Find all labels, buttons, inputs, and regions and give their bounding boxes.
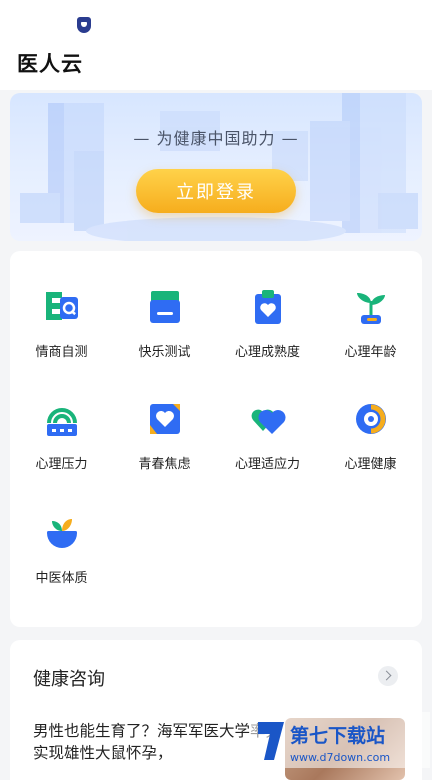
test-item-mental-age[interactable]: 心理年龄 — [319, 289, 422, 379]
test-item-label: 快乐测试 — [138, 345, 191, 360]
city-illustration — [20, 93, 418, 241]
clipboard-heart-icon — [250, 289, 286, 325]
test-item-label: 心理成熟度 — [234, 345, 300, 360]
status-bar — [0, 0, 432, 40]
rings-icon — [353, 401, 389, 437]
test-item-label: 情商自测 — [35, 345, 88, 360]
test-item-maturity[interactable]: 心理成熟度 — [216, 289, 319, 379]
chevron-right-icon[interactable] — [378, 666, 398, 686]
watermark-name: 第七下载站 — [290, 724, 385, 747]
test-item-label: 心理健康 — [344, 457, 397, 472]
app-header: 医人云 — [0, 40, 432, 90]
eq-icon — [44, 289, 80, 325]
test-item-mental-health[interactable]: 心理健康 — [319, 401, 422, 491]
login-button[interactable]: 立即登录 — [136, 169, 296, 213]
test-item-adaptability[interactable]: 心理适应力 — [216, 401, 319, 491]
test-item-label: 心理压力 — [35, 457, 88, 472]
test-item-happiness[interactable]: 快乐测试 — [113, 289, 216, 379]
test-item-label: 心理适应力 — [234, 457, 300, 472]
app-title: 医人云 — [17, 52, 83, 76]
herb-bowl-icon — [44, 515, 80, 551]
login-banner: — 为健康中国助力 — 立即登录 — [10, 93, 422, 241]
gauge-icon — [44, 401, 80, 437]
inbox-icon — [147, 289, 183, 325]
article-title[interactable]: 男性也能生育了？海军军医大学率先实现雄性大鼠怀孕， — [33, 720, 285, 764]
test-item-label: 青春焦虑 — [138, 457, 191, 472]
sprout-icon — [353, 289, 389, 325]
test-item-eq[interactable]: 情商自测 — [10, 289, 113, 379]
test-item-stress[interactable]: 心理压力 — [10, 401, 113, 491]
test-item-label: 心理年龄 — [344, 345, 397, 360]
test-item-youth-anxiety[interactable]: 青春焦虑 — [113, 401, 216, 491]
banner-slogan: — 为健康中国助力 — — [133, 129, 299, 148]
framed-heart-icon — [147, 401, 183, 437]
test-grid: 情商自测 快乐测试 心理成熟度 心理年龄 心理压力 青春焦虑 心理适应力 心理健… — [10, 251, 422, 627]
site-watermark: 第七下载站 www.d7down.com — [250, 712, 430, 768]
shield-icon — [77, 17, 91, 33]
test-item-label: 中医体质 — [35, 571, 88, 586]
test-item-tcm-constitution[interactable]: 中医体质 — [10, 515, 113, 605]
section-title: 健康咨询 — [33, 669, 105, 690]
hearts-icon — [250, 401, 286, 437]
watermark-url: www.d7down.com — [290, 751, 390, 764]
